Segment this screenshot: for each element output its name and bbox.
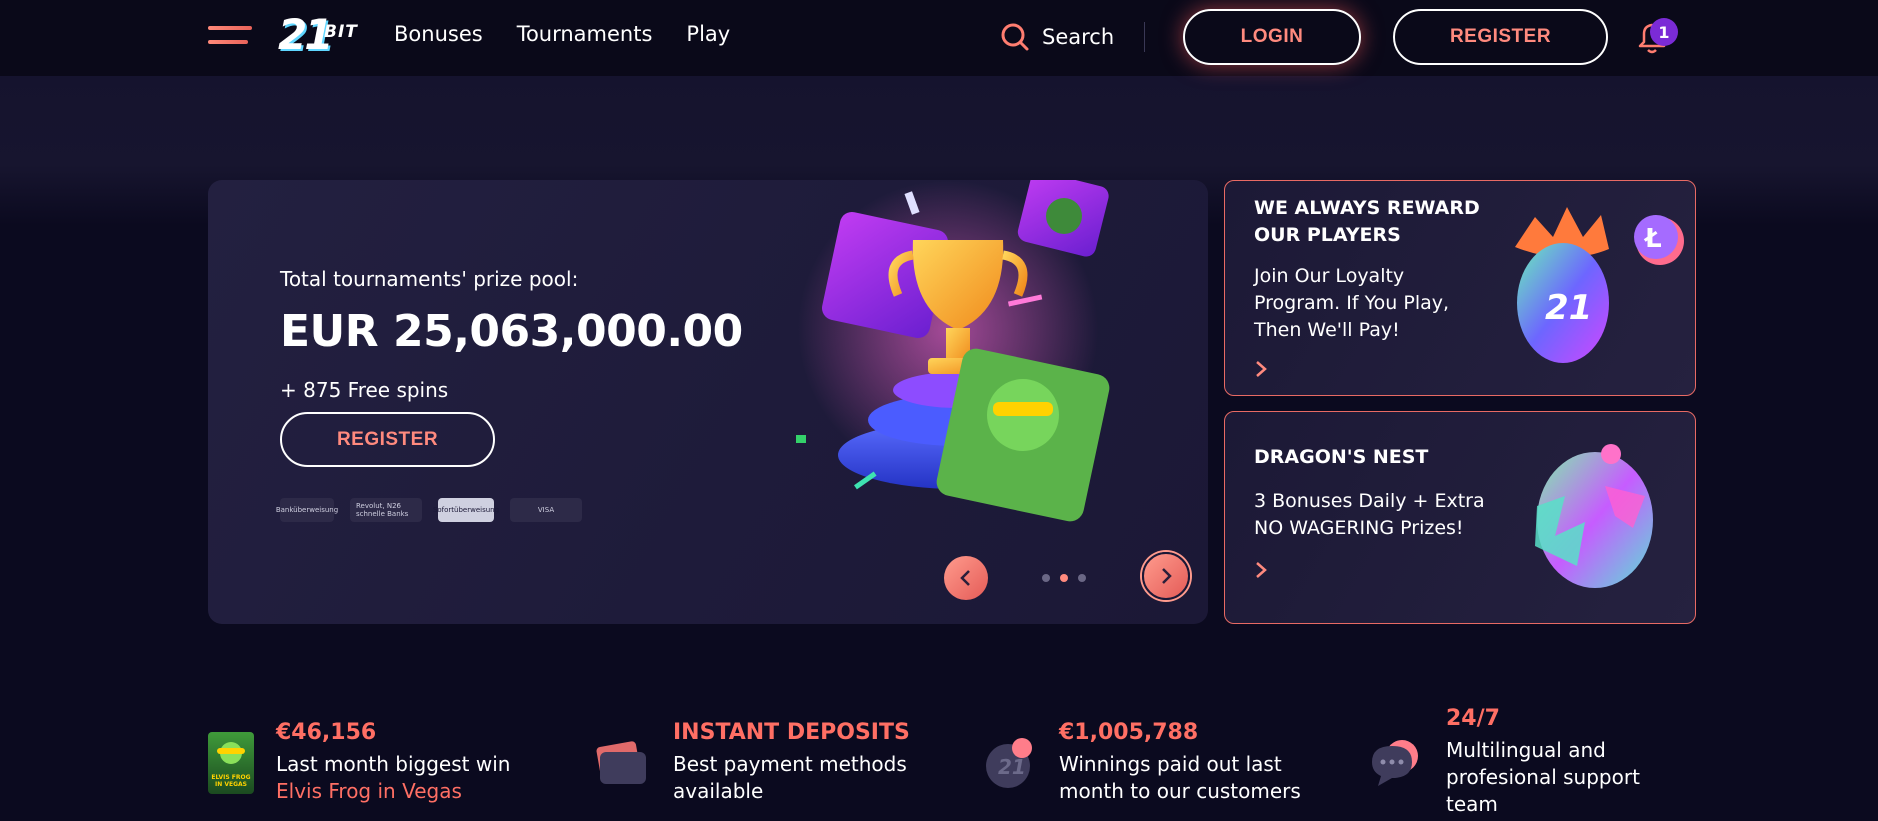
thumbnail-label-line: IN VEGAS bbox=[215, 781, 247, 788]
feature-text-line: team bbox=[1446, 792, 1498, 816]
instant-deposits-title: INSTANT DEPOSITS bbox=[673, 720, 910, 745]
loyalty-program-card[interactable]: WE ALWAYS REWARD OUR PLAYERS Join Our Lo… bbox=[1224, 180, 1696, 396]
feature-text-line: Multilingual and bbox=[1446, 738, 1606, 762]
logo-suffix: BIT bbox=[324, 22, 358, 42]
prize-pool-amount: EUR 25,063,000.00 bbox=[280, 306, 743, 357]
feature-text-line: Best payment methods bbox=[673, 752, 907, 776]
biggest-win-amount: €46,156 bbox=[276, 720, 377, 745]
dragons-nest-title: DRAGON'S NEST bbox=[1254, 446, 1429, 468]
dragons-desc-line: 3 Bonuses Daily + Extra bbox=[1254, 490, 1485, 512]
feature-support: 24/7 Multilingual and profesional suppor… bbox=[1446, 706, 1640, 818]
payment-sofort-icon: Sofortüberweisung bbox=[433, 498, 499, 522]
search-button[interactable]: Search bbox=[1000, 22, 1114, 52]
arrow-right-icon[interactable] bbox=[1253, 359, 1269, 379]
nav-bonuses[interactable]: Bonuses bbox=[394, 22, 483, 46]
slider-dot[interactable] bbox=[1078, 574, 1086, 582]
nav-play[interactable]: Play bbox=[686, 22, 730, 46]
menu-icon[interactable] bbox=[208, 26, 252, 48]
slider-dots bbox=[1042, 574, 1086, 582]
payment-methods: Banküberweisung Revolut, N26 schnelle Ba… bbox=[276, 498, 582, 522]
dragons-desc-line: NO WAGERING Prizes! bbox=[1254, 517, 1464, 539]
loyalty-desc-line: Join Our Loyalty bbox=[1254, 265, 1405, 287]
svg-text:Ł: Ł bbox=[1643, 224, 1662, 254]
elvis-frog-thumbnail-label: ELVIS FROG IN VEGAS bbox=[208, 774, 254, 788]
search-icon bbox=[1001, 23, 1029, 51]
loyalty-coin-illustration: 21 Ł bbox=[1515, 207, 1684, 363]
dragons-nest-description: 3 Bonuses Daily + Extra NO WAGERING Priz… bbox=[1254, 488, 1485, 542]
instant-deposits-text: Best payment methods available bbox=[673, 751, 910, 805]
thumbnail-label-line: ELVIS FROG bbox=[211, 774, 251, 781]
feature-text-line: month to our customers bbox=[1059, 779, 1301, 803]
logo[interactable]: 21 BIT bbox=[278, 10, 368, 60]
chat-support-icon bbox=[1372, 740, 1418, 786]
feature-text-line: available bbox=[673, 779, 764, 803]
payment-bank-transfer-icon: Banküberweisung bbox=[276, 498, 338, 522]
top-header: 21 BIT Bonuses Tournaments Play Search L… bbox=[0, 0, 1878, 76]
wallet-icon bbox=[596, 741, 646, 784]
loyalty-title-line: OUR PLAYERS bbox=[1254, 224, 1401, 246]
logo-number: 21 bbox=[278, 10, 333, 59]
notifications-button[interactable]: 1 bbox=[1634, 18, 1678, 56]
support-hours: 24/7 bbox=[1446, 706, 1500, 731]
feature-text-line: profesional support bbox=[1446, 765, 1640, 789]
frog-glasses-shape bbox=[217, 748, 245, 754]
dragons-nest-card[interactable]: DRAGON'S NEST 3 Bonuses Daily + Extra NO… bbox=[1224, 411, 1696, 624]
feature-instant-deposits: INSTANT DEPOSITS Best payment methods av… bbox=[673, 720, 910, 805]
svg-text:21: 21 bbox=[1545, 288, 1592, 328]
hero-slider: Total tournaments' prize pool: EUR 25,06… bbox=[208, 180, 1208, 624]
loyalty-card-description: Join Our Loyalty Program. If You Play, T… bbox=[1254, 263, 1449, 344]
register-button[interactable]: REGISTER bbox=[1393, 9, 1608, 65]
loyalty-desc-line: Then We'll Pay! bbox=[1254, 319, 1400, 341]
slider-next-button[interactable] bbox=[1142, 552, 1190, 600]
hero-register-button[interactable]: REGISTER bbox=[280, 412, 495, 467]
svg-text:21: 21 bbox=[998, 755, 1026, 779]
search-label: Search bbox=[1042, 25, 1115, 49]
login-button[interactable]: LOGIN bbox=[1183, 9, 1361, 65]
loyalty-desc-line: Program. If You Play, bbox=[1254, 292, 1450, 314]
header-divider bbox=[1144, 22, 1145, 52]
prize-pool-label: Total tournaments' prize pool: bbox=[280, 267, 579, 291]
feature-biggest-win: €46,156 Last month biggest win Elvis Fro… bbox=[276, 720, 510, 805]
free-spins-text: + 875 Free spins bbox=[280, 378, 449, 402]
loyalty-title-line: WE ALWAYS REWARD bbox=[1254, 197, 1480, 219]
elvis-frog-link[interactable]: Elvis Frog in Vegas bbox=[276, 778, 510, 805]
nav-tournaments[interactable]: Tournaments bbox=[517, 22, 653, 46]
slider-prev-button[interactable] bbox=[944, 556, 988, 600]
arrow-right-icon[interactable] bbox=[1253, 560, 1269, 580]
slider-dot[interactable] bbox=[1042, 574, 1050, 582]
winnings-paid-text: Winnings paid out last month to our cust… bbox=[1059, 751, 1301, 805]
main-nav: Bonuses Tournaments Play bbox=[394, 22, 730, 46]
notification-badge: 1 bbox=[1650, 18, 1678, 46]
payment-revolut-icon: Revolut, N26 schnelle Banks bbox=[350, 498, 422, 522]
chevron-right-icon bbox=[1162, 568, 1172, 584]
feature-text-line: Last month biggest win bbox=[276, 752, 511, 776]
slider-dot-active[interactable] bbox=[1060, 574, 1068, 582]
biggest-win-text: Last month biggest win Elvis Frog in Veg… bbox=[276, 751, 510, 805]
feature-winnings-paid: €1,005,788 Winnings paid out last month … bbox=[1059, 720, 1301, 805]
payment-cards-icon: VISA bbox=[510, 498, 582, 522]
feature-text-line: Winnings paid out last bbox=[1059, 752, 1282, 776]
trophy-illustration bbox=[796, 180, 1110, 522]
winnings-paid-amount: €1,005,788 bbox=[1059, 720, 1199, 745]
elvis-frog-thumbnail[interactable]: ELVIS FROG IN VEGAS bbox=[208, 732, 254, 794]
chevron-left-icon bbox=[960, 570, 970, 586]
loyalty-card-title: WE ALWAYS REWARD OUR PLAYERS bbox=[1254, 195, 1480, 249]
support-text: Multilingual and profesional support tea… bbox=[1446, 737, 1640, 818]
coin-icon: 21 bbox=[986, 738, 1032, 788]
dragon-egg-illustration bbox=[1535, 444, 1653, 588]
